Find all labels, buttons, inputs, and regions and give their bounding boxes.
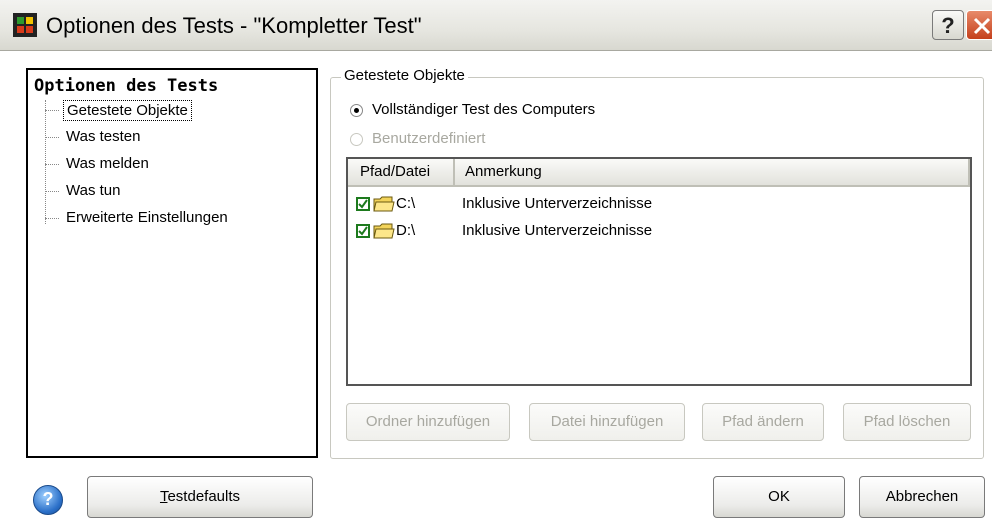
tree-item-label: Was tun — [66, 182, 121, 199]
ok-label: OK — [768, 488, 790, 505]
tree-root[interactable]: Optionen des Tests — [34, 76, 218, 96]
change-path-button[interactable]: Pfad ändern — [702, 403, 824, 441]
cancel-label: Abbrechen — [885, 488, 959, 505]
help-button[interactable]: ? — [33, 485, 63, 515]
row-path: C:\ — [396, 195, 416, 212]
row-path: D:\ — [396, 222, 416, 239]
testdefaults-button[interactable]: Testdefaults — [87, 476, 313, 518]
column-header-pfad[interactable]: Pfad/Datei — [348, 159, 455, 185]
row-checkbox[interactable] — [356, 197, 370, 211]
radio-custom-label: Benutzerdefiniert — [372, 130, 486, 147]
radio-full-test[interactable]: Vollständiger Test des Computers — [350, 101, 750, 123]
question-icon: ? — [941, 13, 955, 38]
cancel-button[interactable]: Abbrechen — [859, 476, 985, 518]
group-legend: Getestete Objekte — [341, 67, 468, 84]
tree-branch — [45, 164, 59, 165]
help-icon: ? — [42, 489, 54, 509]
delete-path-button[interactable]: Pfad löschen — [843, 403, 971, 441]
add-file-label: Datei hinzufügen — [550, 413, 664, 430]
row-note: Inklusive Unterverzeichnisse — [462, 195, 653, 212]
close-button[interactable] — [966, 10, 992, 40]
column-header-anmerkung[interactable]: Anmerkung — [455, 159, 970, 185]
list-header: Pfad/Datei Anmerkung — [348, 159, 970, 187]
dialog-window: Optionen des Tests - "Kompletter Test" ?… — [0, 0, 992, 528]
list-row[interactable]: D:\ Inklusive Unterverzeichnisse — [348, 219, 970, 245]
paths-list[interactable]: Pfad/Datei Anmerkung C:\ Inklusive Unter… — [346, 157, 972, 386]
tree-branch — [45, 191, 59, 192]
folder-icon — [373, 196, 395, 212]
tree-item-label: Was melden — [66, 155, 149, 172]
app-icon — [13, 13, 37, 37]
close-icon — [973, 17, 991, 35]
options-tree[interactable]: Optionen des Tests Getestete Objekte Was… — [26, 68, 318, 458]
radio-full-test-label: Vollständiger Test des Computers — [372, 101, 596, 118]
tree-branch — [45, 137, 59, 138]
tree-item-label: Was testen — [66, 128, 141, 145]
ok-button[interactable]: OK — [713, 476, 845, 518]
testdefaults-label-rest: estdefaults — [167, 488, 241, 505]
help-title-button[interactable]: ? — [932, 10, 964, 40]
testdefaults-label: Testdefaults — [88, 477, 312, 517]
radio-custom: Benutzerdefiniert — [350, 130, 750, 152]
list-row[interactable]: C:\ Inklusive Unterverzeichnisse — [348, 192, 970, 218]
tree-item-label: Erweiterte Einstellungen — [66, 209, 228, 226]
add-file-button[interactable]: Datei hinzufügen — [529, 403, 685, 441]
tree-branch — [45, 218, 59, 219]
row-checkbox[interactable] — [356, 224, 370, 238]
delete-path-label: Pfad löschen — [863, 413, 951, 430]
window-title: Optionen des Tests - "Kompletter Test" — [46, 13, 422, 38]
title-bar[interactable]: Optionen des Tests - "Kompletter Test" ? — [0, 0, 992, 51]
row-note: Inklusive Unterverzeichnisse — [462, 222, 653, 239]
add-folder-button[interactable]: Ordner hinzufügen — [346, 403, 510, 441]
add-folder-label: Ordner hinzufügen — [365, 413, 491, 430]
radio-indicator-checked — [350, 104, 363, 117]
checkmark-icon — [358, 199, 368, 209]
tree-item-label: Getestete Objekte — [63, 100, 192, 121]
tree-connector — [45, 100, 46, 224]
checkmark-icon — [358, 226, 368, 236]
folder-icon — [373, 223, 395, 239]
radio-indicator-disabled — [350, 133, 363, 146]
tree-branch — [45, 110, 59, 111]
change-path-label: Pfad ändern — [722, 413, 804, 430]
